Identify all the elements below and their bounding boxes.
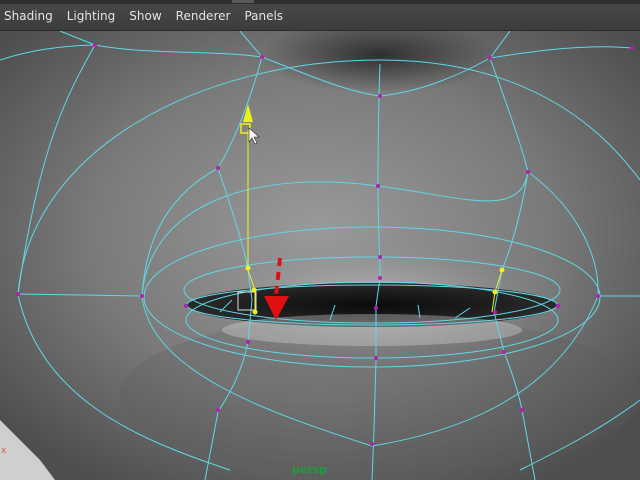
menu-shading[interactable]: Shading [0,8,60,24]
3d-viewport[interactable] [0,31,640,480]
menu-show[interactable]: Show [122,8,168,24]
menu-renderer[interactable]: Renderer [169,8,238,24]
top-strip [0,0,640,4]
camera-label: persp [292,463,328,476]
menu-panels[interactable]: Panels [237,8,290,24]
panel-handle[interactable] [232,0,254,3]
viewport-canvas[interactable] [0,31,640,480]
menu-lighting[interactable]: Lighting [60,8,123,24]
menu-items: Shading Lighting Show Renderer Panels [0,8,290,24]
lower-lip-highlight [222,314,522,346]
viewport-menubar: Shading Lighting Show Renderer Panels [0,0,640,31]
axis-indicator: x [1,446,7,456]
